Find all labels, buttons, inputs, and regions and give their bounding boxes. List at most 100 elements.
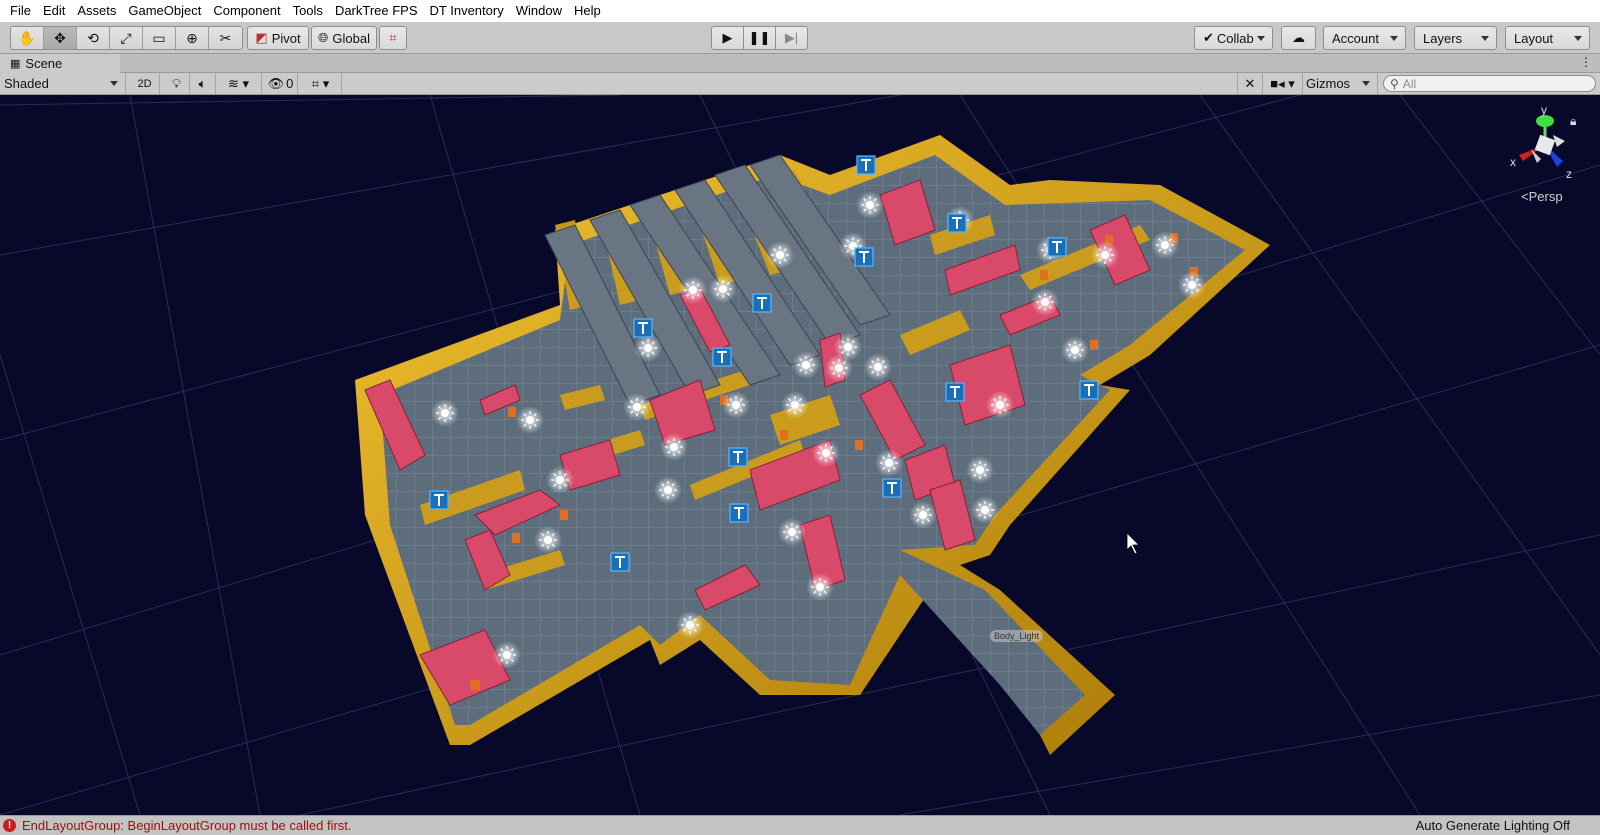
text-object-icon: [947, 213, 967, 233]
pause-icon: ❚❚: [748, 30, 771, 45]
level-geometry: [355, 135, 1270, 755]
menu-item-dt-inventory[interactable]: DT Inventory: [424, 0, 510, 22]
lighting-status[interactable]: Auto Generate Lighting Off: [1416, 818, 1570, 833]
text-object-icon: [429, 490, 449, 510]
text-object-icon: [945, 382, 965, 402]
point-light-icon: [534, 526, 562, 554]
point-light-icon: [709, 275, 737, 303]
scene-viewport[interactable]: 🔒︎ y x z <Persp Body_Light: [0, 95, 1600, 815]
chevron-down-icon: [1362, 81, 1370, 86]
point-light-icon: [875, 449, 903, 477]
menu-item-window[interactable]: Window: [510, 0, 568, 22]
play-button[interactable]: ▶: [711, 26, 744, 50]
layout-dropdown[interactable]: Layout: [1505, 26, 1590, 50]
lighting-toggle[interactable]: 💡︎: [164, 73, 190, 94]
text-object-icon: [1047, 237, 1067, 257]
chevron-down-icon: [110, 81, 118, 86]
cloud-button[interactable]: ☁: [1281, 26, 1316, 50]
lightbulb-icon: 💡︎: [171, 75, 182, 91]
point-light-icon: [679, 276, 707, 304]
scene-search-input[interactable]: ⚲ All: [1383, 75, 1596, 92]
custom-tool-button[interactable]: ✂: [209, 27, 242, 49]
transform-icon: ⊕: [186, 29, 198, 46]
move-tool-button[interactable]: ✥: [44, 27, 77, 49]
point-light-icon: [660, 433, 688, 461]
global-toggle-button[interactable]: 🌐︎ Global: [311, 26, 377, 50]
scale-tool-button[interactable]: ⤢: [110, 27, 143, 49]
axis-x-label: x: [1510, 155, 1516, 169]
main-toolbar: ✋ ✥ ⟲ ⤢ ▭ ⊕ ✂ ◩ Pivot 🌐︎ Global ⌗ ▶ ❚❚ ▶| ✔ Co…: [0, 22, 1600, 54]
move-icon: ✥: [54, 29, 66, 46]
scene-view-toolbar: Shaded 2D 💡︎ 🔈︎ ≋ ▾ 👁︎ 0 ⌗ ▾ ✕ ■◂ ▾ Gizm…: [0, 73, 1600, 95]
menu-item-edit[interactable]: Edit: [37, 0, 71, 22]
point-light-icon: [676, 611, 704, 639]
point-light-icon: [516, 406, 544, 434]
point-light-icon: [654, 476, 682, 504]
projection-icon: <: [1521, 189, 1529, 204]
transform-tool-button[interactable]: ⊕: [176, 27, 209, 49]
pause-button[interactable]: ❚❚: [743, 26, 776, 50]
console-error-message[interactable]: EndLayoutGroup: BeginLayoutGroup must be…: [22, 818, 352, 833]
point-light-icon: [546, 466, 574, 494]
menu-item-tools[interactable]: Tools: [287, 0, 329, 22]
audio-toggle[interactable]: 🔈︎: [190, 73, 216, 94]
camera-icon: ■◂ ▾: [1270, 75, 1295, 91]
point-light-icon: [1031, 288, 1059, 316]
layers-dropdown[interactable]: Layers: [1414, 26, 1497, 50]
text-object-icon: [854, 247, 874, 267]
projection-toggle[interactable]: <Persp: [1521, 189, 1563, 204]
text-object-icon: [729, 503, 749, 523]
eye-slash-icon: 👁︎: [267, 75, 285, 91]
point-light-icon: [431, 399, 459, 427]
axis-y-label: y: [1541, 103, 1547, 117]
point-light-icon: [1091, 241, 1119, 269]
tab-scene[interactable]: ▦ Scene: [0, 54, 120, 73]
menu-item-gameobject[interactable]: GameObject: [122, 0, 207, 22]
rect-tool-button[interactable]: ▭: [143, 27, 176, 49]
tools-button[interactable]: ✕: [1237, 73, 1263, 94]
text-object-icon: [728, 447, 748, 467]
snap-button[interactable]: ⌗: [379, 26, 407, 50]
collab-dropdown[interactable]: ✔ Collab: [1194, 26, 1273, 50]
hidden-count: 0: [286, 76, 294, 91]
account-dropdown[interactable]: Account: [1323, 26, 1406, 50]
hidden-objects-toggle[interactable]: 👁︎ 0: [264, 73, 298, 94]
camera-dropdown[interactable]: ■◂ ▾: [1263, 73, 1303, 94]
chevron-down-icon: [1481, 36, 1489, 41]
hand-tool-button[interactable]: ✋: [11, 27, 44, 49]
point-light-icon: [1151, 231, 1179, 259]
menu-item-help[interactable]: Help: [568, 0, 607, 22]
text-object-icon: [882, 478, 902, 498]
grid-dropdown[interactable]: ⌗ ▾: [300, 73, 342, 94]
point-light-icon: [722, 391, 750, 419]
menu-item-component[interactable]: Component: [207, 0, 286, 22]
step-button[interactable]: ▶|: [775, 26, 808, 50]
scene-orientation-gizmo[interactable]: [1519, 115, 1565, 167]
layout-label: Layout: [1514, 30, 1554, 46]
gizmos-dropdown[interactable]: Gizmos: [1303, 73, 1378, 94]
text-object-icon: [712, 347, 732, 367]
snap-icon: ⌗: [389, 30, 397, 45]
menu-item-darktree-fps[interactable]: DarkTree FPS: [329, 0, 424, 22]
point-light-icon: [812, 439, 840, 467]
gizmo-lock-icon[interactable]: 🔒︎: [1570, 114, 1576, 128]
globe-icon: 🌐︎: [318, 30, 329, 45]
menu-item-file[interactable]: File: [4, 0, 37, 22]
point-light-icon: [856, 191, 884, 219]
pivot-toggle-button[interactable]: ◩ Pivot: [247, 26, 309, 50]
text-object-icon: [856, 155, 876, 175]
mode-2d-toggle[interactable]: 2D: [130, 73, 160, 94]
menu-item-assets[interactable]: Assets: [71, 0, 122, 22]
rotate-tool-button[interactable]: ⟲: [77, 27, 110, 49]
chevron-down-icon: [1574, 36, 1582, 41]
projection-label: Persp: [1528, 189, 1563, 204]
pivot-icon: ◩: [255, 30, 268, 45]
shading-mode-dropdown[interactable]: Shaded: [0, 73, 126, 94]
point-light-icon: [781, 391, 809, 419]
cloud-icon: ☁: [1292, 30, 1305, 45]
status-bar: ! EndLayoutGroup: BeginLayoutGroup must …: [0, 815, 1600, 835]
tab-menu-icon[interactable]: ⋮: [1580, 55, 1592, 69]
effects-dropdown[interactable]: ≋ ▾: [216, 73, 262, 94]
wrench-icon: ✂: [219, 29, 232, 46]
mode-2d-label: 2D: [137, 77, 152, 90]
